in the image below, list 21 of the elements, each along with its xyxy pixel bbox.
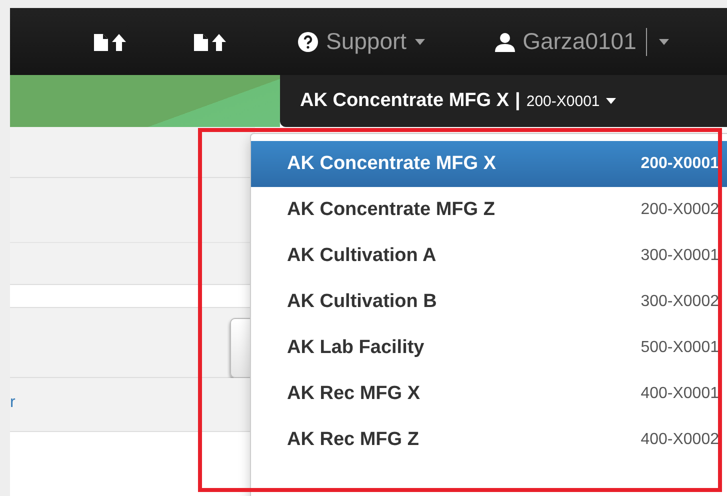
facility-menu-item[interactable]: AK Lab Facility 500-X0001 (251, 325, 727, 371)
facility-menu-item[interactable]: AK Rec MFG Z 400-X0002 (251, 417, 727, 463)
facility-selector[interactable]: AK Concentrate MFG X | 200-X0001 (280, 75, 727, 127)
help-icon (298, 32, 318, 52)
upload-button[interactable] (92, 32, 128, 52)
facility-menu-item[interactable]: AK Cultivation B 300-X0002 (251, 279, 727, 325)
caret-icon (606, 98, 616, 104)
caret-icon (659, 38, 670, 44)
upload-button[interactable] (192, 32, 228, 52)
file-upload-icon (192, 32, 228, 52)
link[interactable]: r (10, 394, 16, 412)
facility-menu-item[interactable]: AK Cultivation A 300-X0001 (251, 233, 727, 279)
support-menu[interactable]: Support (298, 28, 425, 55)
facility-menu-item[interactable]: AK Concentrate MFG Z 200-X0002 (251, 187, 727, 233)
user-icon (494, 32, 515, 52)
caret-icon (414, 38, 425, 44)
file-upload-icon (92, 32, 128, 52)
user-menu[interactable]: Garza0101 (494, 28, 636, 55)
facility-menu-item[interactable]: AK Rec MFG X 400-X0001 (251, 371, 727, 417)
user-dropdown-toggle[interactable] (659, 38, 670, 44)
facility-menu-item[interactable]: AK Concentrate MFG X 200-X0001 (251, 141, 727, 187)
